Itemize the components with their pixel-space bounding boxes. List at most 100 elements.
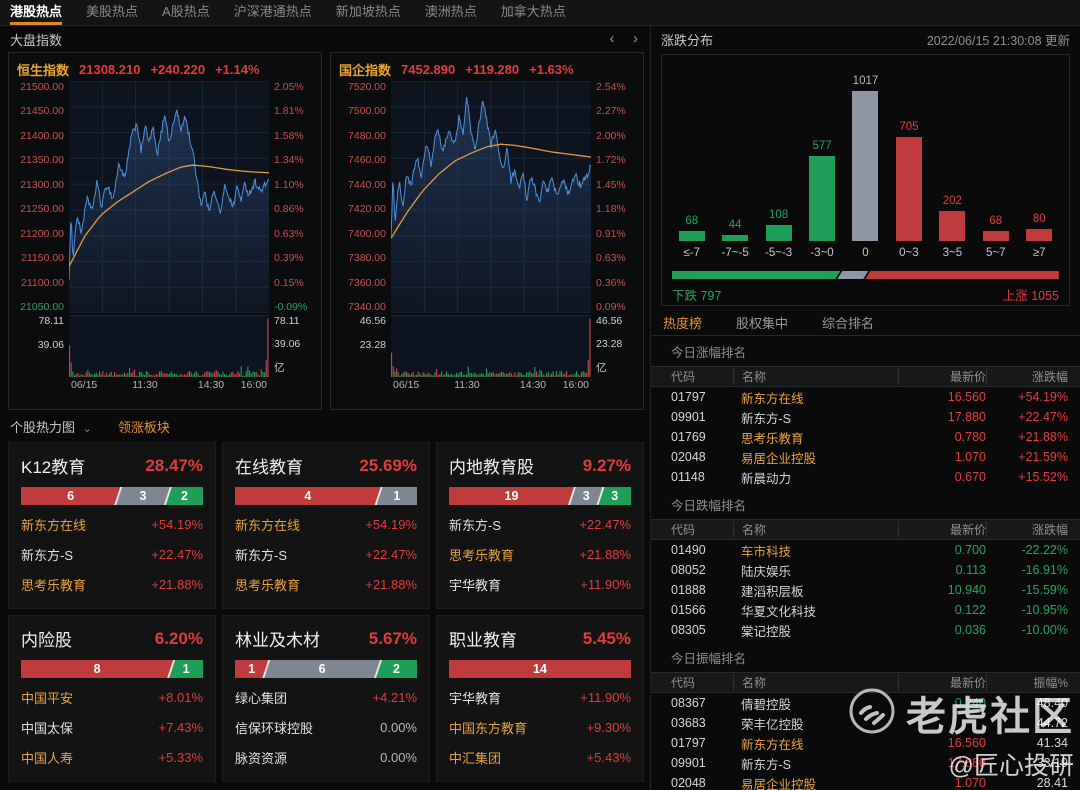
nav-tab-1[interactable]: 美股热点 [86,0,138,25]
rank-row[interactable]: 08305 棠记控股 0.036 -10.00% [651,620,1080,640]
tile-stock-row[interactable]: 宇华教育 +11.90% [449,682,631,712]
y-axis-label: 7380.00 [348,252,386,265]
update-timestamp[interactable]: 2022/06/15 21:30:08 更新 [927,30,1070,49]
rank-table-header: 代码 名称 最新价 振幅% [651,672,1080,693]
tile-stock-row[interactable]: 思考乐教育 +21.88% [235,569,417,599]
tile-stock-row[interactable]: 中国平安 +8.01% [21,682,203,712]
dist-category-label: 0~3 [899,247,919,259]
tile-header: K12教育 28.47% [21,453,203,478]
breadth-segment-up: 4 [235,487,381,505]
breadth-segment-up: 1 [235,660,268,678]
time-axis-label: 11:30 [454,379,480,391]
nav-tab-3[interactable]: 沪深港通热点 [234,0,312,25]
volume-tick: 39.06 [37,339,64,351]
sector-breadth-bar: 81 [21,660,203,678]
sector-tile-2[interactable]: 内地教育股 9.27% 19 3 3 新东方-S +22.47% 思考乐教育 +21.88% 宇华… [436,442,644,609]
app: 港股热点 美股热点 A股热点 沪深港通热点 新加坡热点 澳洲热点 加拿大热点 大盘指数 ‹ … [0,0,1080,790]
rank-row[interactable]: 02048 易居企业控股 1.070 28.41 [651,773,1080,790]
price-plot[interactable] [391,81,591,313]
dist-bar-slot: 44 [713,219,756,241]
dist-category-label: 3~5 [942,247,963,259]
tile-stock-row[interactable]: 信保环球控股 0.00% [235,712,417,742]
tile-stock-row[interactable]: 新东方-S +22.47% [21,539,203,569]
volume-area: 46.56 23.28 46.56 23.28 亿 [331,315,643,377]
rank-row[interactable]: 02048 易居企业控股 1.070 +21.59% [651,447,1080,467]
sector-tile-4[interactable]: 林业及木材 5.67% 1 6 2 绿心集团 +4.21% 信保环球控股 0.00% 脉资资源 0.… [222,615,430,782]
prev-arrow-icon[interactable]: ‹ [610,30,615,47]
heatmap-type-dropdown[interactable]: 个股热力图 ⌄ [10,417,92,436]
rank-tab-2[interactable]: 综合排名 [822,313,874,332]
tile-stock-row[interactable]: 绿心集团 +4.21% [235,682,417,712]
tile-stock-row[interactable]: 新东方在线 +54.19% [235,509,417,539]
rank-row[interactable]: 08367 倩碧控股 0.240 48.40 [651,693,1080,713]
y-axis-label: 21350.00 [20,154,64,167]
y-axis-label: 1.81% [274,105,304,118]
next-arrow-icon[interactable]: › [633,30,638,47]
dist-bar [722,235,749,241]
price-plot[interactable] [69,81,269,313]
index-chart-title: 国企指数 7452.890 +119.280 +1.63% [331,57,643,81]
nav-tab-6[interactable]: 加拿大热点 [501,0,566,25]
stock-change: +11.90% [580,689,631,705]
sector-tile-1[interactable]: 在线教育 25.69% 4 1 新东方在线 +54.19% 新东方-S +22.47% 思考乐教… [222,442,430,609]
volume-tick: 39.06 [274,337,301,350]
rank-row[interactable]: 01769 思考乐教育 0.780 +21.88% [651,427,1080,447]
tile-stock-row[interactable]: 新东方-S +22.47% [449,509,631,539]
stock-change: +11.90% [580,576,631,592]
sector-tile-3[interactable]: 内险股 6.20% 8 1 中国平安 +8.01% 中国太保 +7.43% 中国人寿 +5.33% [8,615,216,782]
tile-stock-row[interactable]: 中国太保 +7.43% [21,712,203,742]
rank-row[interactable]: 08052 陆庆娱乐 0.113 -16.91% [651,560,1080,580]
dist-bar-slot: 577 [800,140,843,241]
volume-plot[interactable] [391,315,591,377]
stock-name: 易居企业控股 [741,451,817,466]
sector-name: 内险股 [21,631,72,650]
tile-stock-row[interactable]: 思考乐教育 +21.88% [21,569,203,599]
tile-stock-row[interactable]: 中国人寿 +5.33% [21,742,203,772]
nav-tab-0[interactable]: 港股热点 [10,0,63,25]
y-axis-label: 0.63% [596,252,626,265]
tile-stock-row[interactable]: 思考乐教育 +21.88% [449,539,631,569]
breadth-segment-flat: 6 [264,660,380,678]
y-axis-label: 7340.00 [348,300,386,313]
nav-tab-2[interactable]: A股热点 [162,0,210,25]
nav-tab-4[interactable]: 新加坡热点 [336,0,401,25]
sector-tile-5[interactable]: 职业教育 5.45% 14 宇华教育 +11.90% 中国东方教育 +9.30% 中汇集团 +5… [436,615,644,782]
stock-name: 思考乐教育 [741,431,804,446]
y-axis-label: 21250.00 [20,203,64,216]
breadth-segment-down: 3 [598,487,631,505]
stock-name: 宇华教育 [449,577,502,593]
rank-col-header: 涨跌幅 [986,521,1068,538]
index-chart-main: 21500.00 21450.00 21400.00 21350.00 21300.00… [9,81,321,313]
rank-row[interactable]: 09901 新东方-S 17.880 33.19 [651,753,1080,773]
stock-name: 新东方在线 [21,517,87,533]
rank-col-header: 代码 [671,523,696,537]
rank-row[interactable]: 01797 新东方在线 16.560 41.34 [651,733,1080,753]
rank-row[interactable]: 01797 新东方在线 16.560 +54.19% [651,387,1080,407]
rank-row[interactable]: 01888 建滔积层板 10.940 -15.59% [651,580,1080,600]
rank-tab-0[interactable]: 热度榜 [663,313,702,332]
distribution-header: 涨跌分布 2022/06/15 21:30:08 更新 [651,26,1080,50]
sector-tile-0[interactable]: K12教育 28.47% 6 3 2 新东方在线 +54.19% 新东方-S +22.47% 思考… [8,442,216,609]
tile-stock-row[interactable]: 新东方-S +22.47% [235,539,417,569]
rank-row[interactable]: 01566 华夏文化科技 0.122 -10.95% [651,600,1080,620]
dist-bar [852,91,879,241]
tab-leading-sectors[interactable]: 领涨板块 [118,417,170,436]
dist-bar [895,137,922,241]
rank-tab-1[interactable]: 股权集中 [736,313,788,332]
volume-plot[interactable] [69,315,269,377]
tile-stock-row[interactable]: 脉资资源 0.00% [235,742,417,772]
tile-stock-row[interactable]: 中国东方教育 +9.30% [449,712,631,742]
tile-stock-row[interactable]: 宇华教育 +11.90% [449,569,631,599]
rank-row[interactable]: 01148 新晨动力 0.670 +15.52% [651,467,1080,487]
y-axis-label: 0.91% [596,227,626,240]
stock-name: 中国平安 [21,690,74,706]
rank-row[interactable]: 01490 车市科技 0.700 -22.22% [651,540,1080,560]
tile-stock-row[interactable]: 中汇集团 +5.43% [449,742,631,772]
stock-change: -10.95% [1021,603,1068,617]
rank-table-header: 代码 名称 最新价 涨跌幅 [651,366,1080,387]
stock-change: -16.91% [1021,563,1068,577]
rank-row[interactable]: 09901 新东方-S 17.880 +22.47% [651,407,1080,427]
nav-tab-5[interactable]: 澳洲热点 [425,0,477,25]
tile-stock-row[interactable]: 新东方在线 +54.19% [21,509,203,539]
rank-row[interactable]: 03683 荣丰亿控股 44.72 [651,713,1080,733]
